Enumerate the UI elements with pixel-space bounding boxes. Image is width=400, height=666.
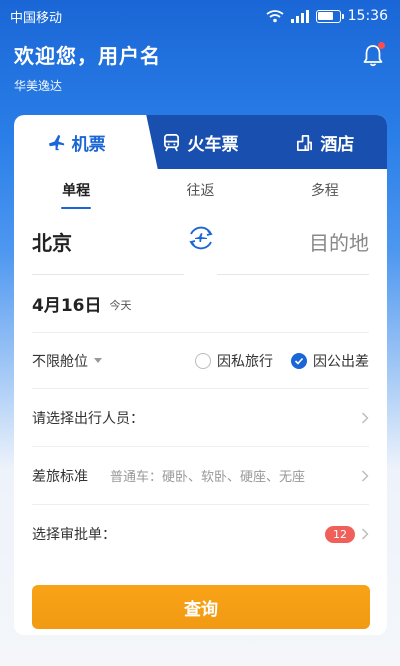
tab-label: 机票 bbox=[71, 134, 106, 155]
tab-trains[interactable]: 火车票 bbox=[138, 115, 262, 169]
tab-hotels[interactable]: 酒店 bbox=[263, 115, 387, 169]
battery-icon bbox=[315, 9, 344, 23]
swap-plane-icon[interactable] bbox=[187, 224, 215, 252]
status-icons: 15:36 bbox=[266, 8, 388, 24]
departure-city[interactable]: 北京 bbox=[32, 227, 72, 256]
hotel-icon bbox=[297, 134, 313, 151]
chevron-right-icon bbox=[362, 470, 369, 481]
wifi-icon bbox=[266, 10, 284, 23]
status-bar: 中国移动 15:36 bbox=[0, 0, 400, 32]
tab-label: 酒店 bbox=[320, 134, 355, 155]
destination-city[interactable]: 目的地 bbox=[309, 227, 369, 256]
radio-label: 因公出差 bbox=[313, 353, 369, 370]
trip-type-multi-city[interactable]: 多程 bbox=[263, 169, 387, 213]
trip-type-selector: 单程 往返 多程 bbox=[14, 169, 387, 213]
radio-unchecked-icon bbox=[195, 352, 211, 369]
notification-dot bbox=[378, 42, 385, 49]
date-picker[interactable]: 4月16日 今天 bbox=[32, 275, 369, 333]
chevron-right-icon bbox=[362, 412, 369, 423]
cabin-class-label: 不限舱位 bbox=[32, 353, 88, 370]
welcome-title: 欢迎您，用户名 bbox=[14, 44, 161, 68]
divider bbox=[32, 274, 184, 275]
radio-business-travel[interactable]: 因公出差 bbox=[291, 351, 369, 371]
train-icon bbox=[164, 133, 180, 151]
radio-label: 因私旅行 bbox=[217, 353, 273, 370]
plane-icon bbox=[48, 134, 64, 150]
tab-flights[interactable]: 机票 bbox=[14, 115, 139, 169]
booking-card: 机票 火车票 酒店 单程 往返 多程 北京 目的地 4月16日 今天 不限舱位 … bbox=[14, 115, 387, 635]
caret-down-icon bbox=[94, 358, 102, 363]
trip-type-round-trip[interactable]: 往返 bbox=[138, 169, 262, 213]
carrier-label: 中国移动 bbox=[10, 10, 63, 26]
departure-date: 4月16日 bbox=[32, 296, 102, 316]
chevron-right-icon bbox=[362, 528, 369, 540]
radio-checked-icon bbox=[291, 352, 307, 369]
travel-policy-row[interactable]: 差旅标准 普通车：硬卧、软卧、硬座、无座 bbox=[32, 447, 369, 505]
options-row: 不限舱位 因私旅行 因公出差 bbox=[32, 333, 369, 389]
travel-policy-label: 差旅标准 bbox=[32, 468, 88, 485]
date-hint: 今天 bbox=[109, 299, 132, 312]
approval-row[interactable]: 选择审批单： 12 bbox=[32, 505, 369, 563]
signal-icon bbox=[290, 9, 309, 23]
header: 欢迎您，用户名 华美逸达 bbox=[14, 40, 161, 94]
clock: 15:36 bbox=[347, 8, 388, 24]
cabin-class-dropdown[interactable]: 不限舱位 bbox=[32, 351, 102, 371]
travelers-label: 请选择出行人员： bbox=[32, 410, 144, 427]
route-selector: 北京 目的地 bbox=[32, 213, 369, 275]
radio-private-travel[interactable]: 因私旅行 bbox=[195, 351, 273, 371]
category-tabs: 机票 火车票 酒店 bbox=[14, 115, 387, 169]
travel-policy-value: 普通车：硬卧、软卧、硬座、无座 bbox=[110, 470, 306, 485]
approval-label: 选择审批单： bbox=[32, 527, 116, 543]
company-name: 华美逸达 bbox=[14, 79, 63, 93]
divider bbox=[217, 274, 369, 275]
trip-type-one-way[interactable]: 单程 bbox=[14, 169, 138, 213]
tab-label: 火车票 bbox=[187, 134, 239, 155]
trip-purpose-group: 因私旅行 因公出差 bbox=[195, 351, 369, 371]
travelers-row[interactable]: 请选择出行人员： bbox=[32, 389, 369, 447]
search-button[interactable]: 查询 bbox=[32, 585, 370, 629]
notification-button[interactable] bbox=[362, 42, 385, 67]
approval-count-badge: 12 bbox=[325, 525, 355, 543]
